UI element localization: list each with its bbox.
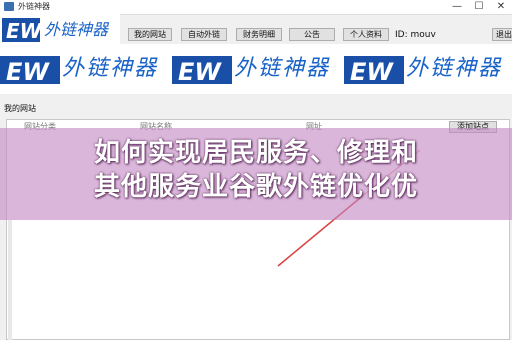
scrollbar[interactable] [8, 220, 12, 340]
headline-line-1: 如何实现居民服务、修理和 [93, 138, 418, 168]
headline-text: 如何实现居民服务、修理和 其他服务业谷歌外链优化优 [0, 136, 512, 204]
headline-line-2: 其他服务业谷歌外链优化优 [93, 172, 418, 202]
